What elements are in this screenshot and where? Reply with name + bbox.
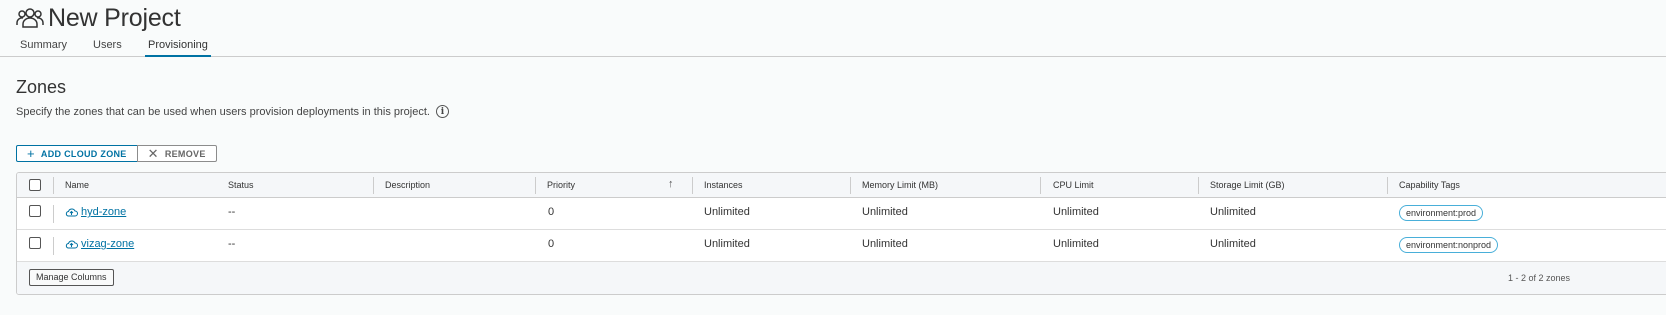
column-separator[interactable] bbox=[850, 177, 851, 194]
plus-icon: + bbox=[27, 146, 35, 161]
row-checkbox[interactable] bbox=[29, 205, 41, 217]
column-header-description[interactable]: Description bbox=[385, 180, 430, 190]
zone-name-link[interactable]: hyd-zone bbox=[81, 206, 126, 218]
zone-instances: Unlimited bbox=[704, 238, 750, 250]
pagination-summary: 1 - 2 of 2 zones bbox=[1508, 273, 1571, 283]
column-separator[interactable] bbox=[1387, 177, 1388, 194]
column-header-storage-limit[interactable]: Storage Limit (GB) bbox=[1210, 180, 1285, 190]
column-header-status[interactable]: Status bbox=[228, 180, 254, 190]
datagrid-footer: Manage Columns 1 - 2 of 2 zones bbox=[17, 262, 1666, 294]
info-icon[interactable]: i bbox=[435, 105, 449, 118]
column-separator[interactable] bbox=[373, 177, 374, 194]
zone-status: -- bbox=[228, 206, 236, 218]
column-header-memory-limit[interactable]: Memory Limit (MB) bbox=[862, 180, 938, 190]
zone-storage-limit: Unlimited bbox=[1210, 206, 1256, 218]
column-separator bbox=[53, 177, 54, 194]
cloud-zone-icon bbox=[65, 208, 78, 217]
users-icon bbox=[16, 8, 44, 28]
tab-bar: Summary Users Provisioning bbox=[0, 36, 1666, 57]
row-checkbox[interactable] bbox=[29, 237, 41, 249]
zone-priority: 0 bbox=[548, 238, 555, 250]
section-description: Specify the zones that can be used when … bbox=[16, 105, 449, 118]
table-row: hyd-zone -- 0 Unlimited Unlimited Unlimi… bbox=[17, 198, 1666, 230]
page-header: New Project bbox=[16, 2, 181, 34]
column-header-name[interactable]: Name bbox=[65, 180, 89, 190]
remove-label: REMOVE bbox=[164, 148, 206, 159]
sort-ascending-icon[interactable]: ↑ bbox=[668, 178, 674, 190]
zone-cpu-limit: Unlimited bbox=[1053, 238, 1099, 250]
column-header-capability-tags[interactable]: Capability Tags bbox=[1399, 180, 1460, 190]
zone-status: -- bbox=[228, 238, 236, 250]
select-all-checkbox[interactable] bbox=[29, 179, 41, 191]
capability-tag: environment:nonprod bbox=[1399, 237, 1499, 253]
column-separator[interactable] bbox=[1040, 177, 1041, 194]
zone-cpu-limit: Unlimited bbox=[1053, 206, 1099, 218]
add-cloud-zone-label: ADD CLOUD ZONE bbox=[40, 148, 127, 159]
column-header-instances[interactable]: Instances bbox=[704, 180, 743, 190]
zone-memory-limit: Unlimited bbox=[862, 206, 908, 218]
zone-memory-limit: Unlimited bbox=[862, 238, 908, 250]
cloud-zone-icon bbox=[65, 240, 78, 249]
zone-name-link[interactable]: vizag-zone bbox=[81, 238, 134, 250]
tab-summary[interactable]: Summary bbox=[20, 39, 67, 57]
capability-tag: environment:prod bbox=[1399, 205, 1484, 221]
datagrid-header: Name Status Description Priority ↑ Insta… bbox=[17, 173, 1666, 198]
column-separator[interactable] bbox=[692, 177, 693, 194]
tab-users[interactable]: Users bbox=[93, 39, 122, 57]
remove-button[interactable]: ✕ REMOVE bbox=[136, 145, 217, 162]
page-title: New Project bbox=[48, 3, 181, 32]
close-icon: ✕ bbox=[147, 145, 159, 161]
tab-provisioning[interactable]: Provisioning bbox=[145, 39, 211, 57]
section-description-text: Specify the zones that can be used when … bbox=[16, 105, 430, 118]
column-header-priority[interactable]: Priority bbox=[547, 180, 575, 190]
zone-storage-limit: Unlimited bbox=[1210, 238, 1256, 250]
section-title: Zones bbox=[16, 77, 67, 97]
zone-toolbar: + ADD CLOUD ZONE ✕ REMOVE bbox=[16, 145, 217, 162]
column-separator[interactable] bbox=[1198, 177, 1199, 194]
zones-datagrid: Name Status Description Priority ↑ Insta… bbox=[16, 172, 1666, 295]
column-separator[interactable] bbox=[535, 177, 536, 194]
manage-columns-button[interactable]: Manage Columns bbox=[29, 269, 114, 286]
zone-instances: Unlimited bbox=[704, 206, 750, 218]
page: { "header": { "title": "New Project", "i… bbox=[0, 0, 1666, 315]
column-separator bbox=[53, 205, 54, 223]
column-separator bbox=[53, 237, 54, 255]
column-header-cpu-limit[interactable]: CPU Limit bbox=[1053, 180, 1094, 190]
zone-priority: 0 bbox=[548, 206, 555, 218]
add-cloud-zone-button[interactable]: + ADD CLOUD ZONE bbox=[16, 145, 138, 162]
table-row: vizag-zone -- 0 Unlimited Unlimited Unli… bbox=[17, 230, 1666, 262]
